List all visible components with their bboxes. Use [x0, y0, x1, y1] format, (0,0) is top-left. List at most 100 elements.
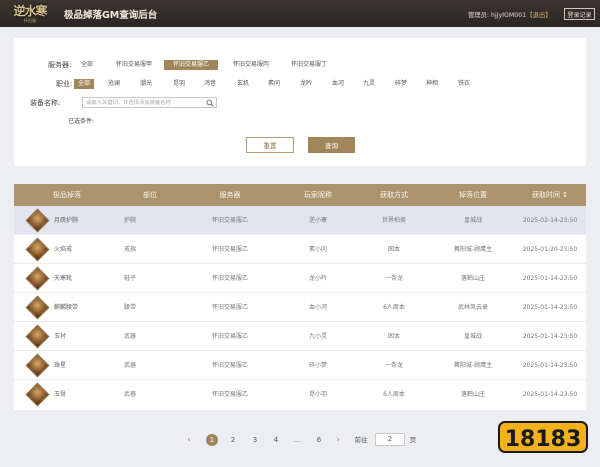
- equip-search-box: [82, 97, 217, 108]
- class-option-xuehe[interactable]: 血河: [328, 79, 348, 89]
- class-filter-label: 职业:: [56, 80, 73, 88]
- cell-location: 舞阳城-顾鹰主: [453, 246, 493, 253]
- cell-location: 落鹤山庄: [460, 275, 485, 282]
- cell-slot: 护腕: [123, 217, 136, 224]
- logo-sub-text: 怀旧服: [24, 17, 36, 23]
- class-option-canglan[interactable]: 沧澜: [104, 79, 124, 89]
- cell-player: 逆小寒: [308, 217, 327, 224]
- cell-time: 2025-01-14-23:50: [522, 362, 578, 369]
- watermark-text: 18183: [505, 427, 582, 452]
- cell-method: 世界拍卖: [381, 217, 406, 224]
- page-2[interactable]: 2: [227, 434, 239, 446]
- equipment-icon: [25, 324, 50, 349]
- class-option-tieyi[interactable]: 铁衣: [454, 79, 474, 89]
- equipment-icon: [25, 237, 50, 262]
- next-page-icon[interactable]: ›: [333, 434, 343, 446]
- class-option-miyu[interactable]: 觅羽: [169, 79, 189, 89]
- logout-link[interactable]: 【退出】: [526, 12, 551, 19]
- filter-panel: 服务器: 全部 怀旧交易服甲 怀旧交易服乙 怀旧交易服丙 怀旧交易服丁 职业: …: [14, 38, 586, 166]
- cell-player: 龙小吟: [308, 275, 327, 282]
- cell-method: 困本: [387, 246, 400, 253]
- cell-item-name: 麒麟腰带: [54, 304, 79, 311]
- cell-slot: 戒指: [123, 246, 136, 253]
- cell-server: 怀旧交易服乙: [211, 217, 248, 224]
- table-row[interactable]: 天寒靴 鞋子 怀旧交易服乙 龙小吟 一条龙 落鹤山庄 2025-01-14-23…: [14, 264, 586, 293]
- cell-server: 怀旧交易服乙: [211, 275, 248, 282]
- selected-conditions-label: 已选条件:: [68, 118, 95, 125]
- cell-slot: 武器: [123, 362, 136, 369]
- cell-item-name: 月疏护腕: [54, 217, 79, 224]
- query-button[interactable]: 查询: [308, 137, 355, 153]
- cell-item-name: 天寒靴: [54, 275, 73, 282]
- server-option-bing[interactable]: 怀旧交易服丙: [224, 60, 278, 70]
- table-row[interactable]: 玉骨 武器 怀旧交易服乙 觅小羽 6人周本 落鹤山庄 2025-01-14-23…: [14, 380, 586, 409]
- col-header-time-sortable[interactable]: 获取时间 ↕: [514, 184, 586, 206]
- col-header-player: 玩家昵称: [304, 191, 332, 199]
- class-option-jiuling[interactable]: 九灵: [359, 79, 379, 89]
- cell-player: 碎小梦: [308, 362, 327, 369]
- cell-method: 一条龙: [384, 362, 403, 369]
- cell-location: 武林风云录: [457, 304, 488, 311]
- page-6[interactable]: 6: [313, 434, 325, 446]
- goto-label: 前往: [354, 436, 368, 444]
- col-header-server: 服务器: [219, 191, 241, 199]
- drop-table-body: 月疏护腕 护腕 怀旧交易服乙 逆小寒 世界拍卖 皇城战 2025-02-14-2…: [14, 206, 586, 410]
- server-option-all[interactable]: 全部: [74, 60, 100, 70]
- class-option-all[interactable]: 全部: [74, 79, 94, 89]
- page-title: 极品掉落GM查询后台: [64, 10, 158, 21]
- page-4[interactable]: 4: [270, 434, 282, 446]
- cell-time: 2025-01-14-23:50: [522, 333, 578, 340]
- cell-slot: 武器: [123, 333, 136, 340]
- equipment-icon: [25, 295, 50, 320]
- class-option-longyin[interactable]: 龙吟: [296, 79, 316, 89]
- cell-item-name: 玉骨: [54, 391, 67, 398]
- page-1[interactable]: 1: [206, 434, 218, 446]
- class-option-suwen[interactable]: 素问: [264, 79, 284, 89]
- cell-player: 素小问: [308, 246, 327, 253]
- table-row[interactable]: 玉衬 武器 怀旧交易服乙 九小灵 困本 皇城战 2025-01-14-23:50: [14, 322, 586, 351]
- search-icon[interactable]: [206, 99, 214, 107]
- cell-server: 怀旧交易服乙: [211, 333, 248, 340]
- class-option-hongyin[interactable]: 鸿音: [200, 79, 220, 89]
- cell-time: 2025-02-14-23:50: [522, 217, 578, 224]
- reset-button[interactable]: 重置: [246, 137, 294, 153]
- site-watermark-logo: 18183: [498, 421, 588, 453]
- game-logo: 逆水寒 怀旧服: [8, 2, 52, 25]
- cell-time: 2025-01-14-23:50: [522, 304, 578, 311]
- server-option-jia[interactable]: 怀旧交易服甲: [110, 60, 158, 70]
- col-header-method: 获取方式: [380, 191, 408, 199]
- class-option-suimeng[interactable]: 碎梦: [391, 79, 411, 89]
- cell-slot: 腰带: [123, 304, 136, 311]
- table-row[interactable]: 月疏护腕 护腕 怀旧交易服乙 逆小寒 世界拍卖 皇城战 2025-02-14-2…: [14, 206, 586, 235]
- cell-item-name: 珠星: [54, 362, 67, 369]
- admin-name: 管理员: hjjylGM001: [468, 12, 527, 19]
- table-row[interactable]: 火焰戒 戒指 怀旧交易服乙 素小问 困本 舞阳城-顾鹰主 2025-01-20-…: [14, 235, 586, 264]
- cell-server: 怀旧交易服乙: [211, 391, 248, 398]
- page-ellipsis: ...: [293, 436, 301, 444]
- login-record-button[interactable]: 登录记录: [564, 8, 595, 20]
- cell-method: 一条龙: [384, 275, 403, 282]
- class-option-chaoguang[interactable]: 潮光: [136, 79, 156, 89]
- cell-server: 怀旧交易服乙: [211, 362, 248, 369]
- cell-location: 皇城战: [463, 333, 482, 340]
- admin-info: 管理员: hjjylGM001【退出】: [468, 10, 552, 19]
- page-3[interactable]: 3: [249, 434, 261, 446]
- server-option-ding[interactable]: 怀旧交易服丁: [282, 60, 336, 70]
- cell-location: 皇城战: [463, 217, 482, 224]
- goto-page-input[interactable]: 2: [375, 433, 405, 446]
- class-option-shenxiang[interactable]: 神相: [422, 79, 442, 89]
- class-option-xuanji[interactable]: 玄机: [233, 79, 253, 89]
- col-header-slot: 部位: [143, 191, 157, 199]
- equip-search-input[interactable]: [83, 98, 205, 108]
- table-row[interactable]: 珠星 武器 怀旧交易服乙 碎小梦 一条龙 舞阳城-顾鹰主 2025-01-14-…: [14, 351, 586, 380]
- cell-player: 觅小羽: [308, 391, 327, 398]
- prev-page-icon[interactable]: ‹: [184, 434, 194, 446]
- server-option-yi[interactable]: 怀旧交易服乙: [164, 60, 218, 70]
- cell-player: 血小河: [308, 304, 327, 311]
- table-row[interactable]: 麒麟腰带 腰带 怀旧交易服乙 血小河 6人周本 武林风云录 2025-01-14…: [14, 293, 586, 322]
- cell-method: 困本: [387, 333, 400, 340]
- cell-item-name: 玉衬: [54, 333, 67, 340]
- equipment-icon: [25, 208, 50, 233]
- logo-main-text: 逆水寒: [13, 3, 47, 18]
- cell-time: 2025-01-20-23:50: [522, 246, 578, 253]
